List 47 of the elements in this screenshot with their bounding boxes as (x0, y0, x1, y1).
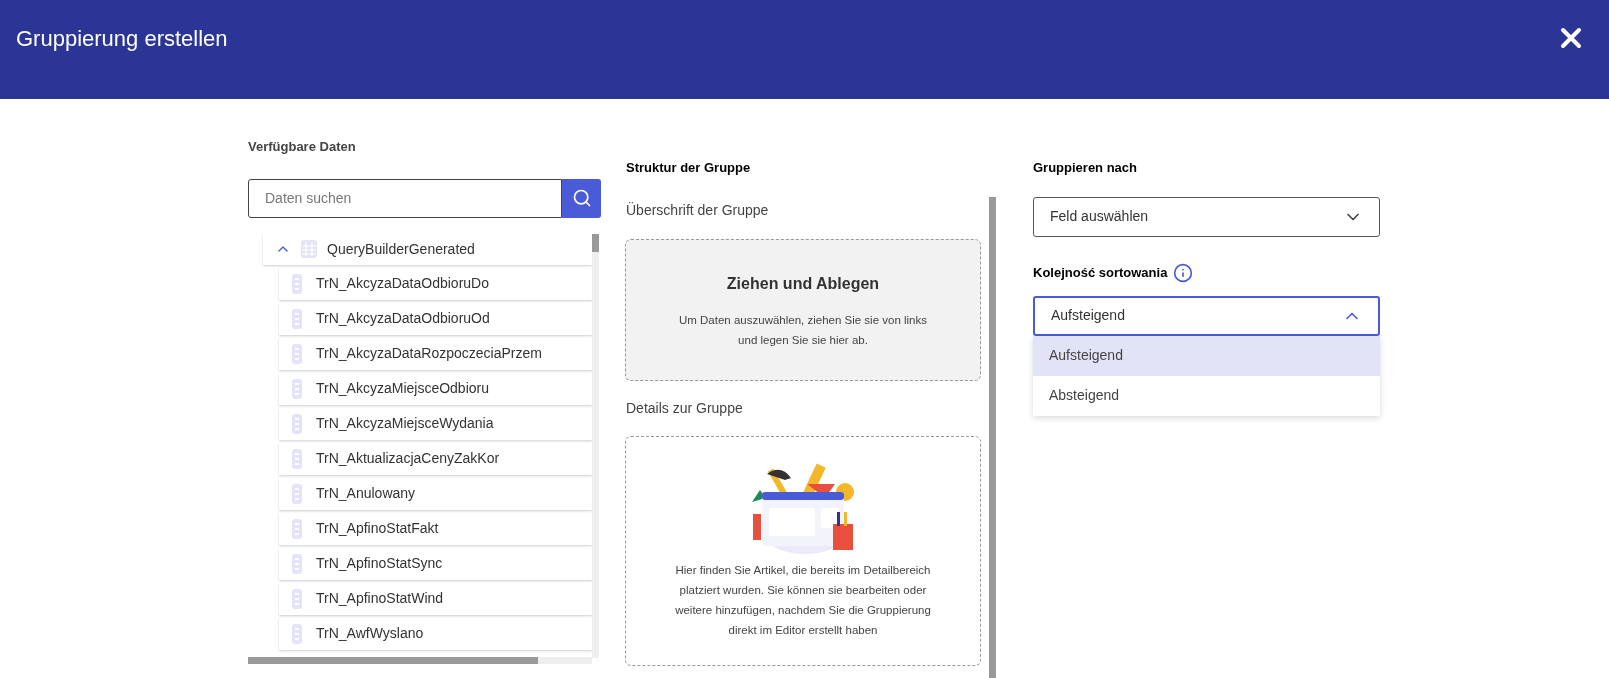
tree-item[interactable]: TrN_Anulowany (279, 477, 592, 510)
field-icon (292, 448, 302, 469)
drop-hint: Um Daten auszuwählen, ziehen Sie sie von links und legen Sie sie hier ab. (678, 312, 928, 348)
drop-zone[interactable]: Ziehen und Ablegen Um Daten auszuwählen, ziehen Sie sie von links und legen Sie sie hier ab. (625, 238, 981, 381)
search-field[interactable]: Daten suchen (248, 178, 562, 218)
field-icon (292, 623, 302, 644)
tree-item[interactable]: TrN_ApfinoStatSync (279, 547, 592, 580)
field-icon (292, 518, 302, 539)
search-icon (571, 188, 592, 208)
section-label: Details zur Gruppe (625, 398, 744, 418)
field-icon (292, 588, 302, 609)
tree-item[interactable]: TrN_ApfinoStatFakt (279, 512, 592, 545)
dropdown-option[interactable]: Absteigend (1033, 375, 1380, 416)
tree-item[interactable]: TrN_ApfinoStatWind (279, 582, 592, 615)
details-hint: Hier finden Sie Artikel, die bereits im Detailbereich platziert wurden. Sie können sie bearbeiten oder weitere hinzufügen, nachdem Sie die Gruppierung direkt im Editor erstellt haben (674, 562, 932, 638)
scrollbar[interactable] (989, 197, 996, 678)
field-icon (292, 378, 302, 399)
dialog-title: Gruppierung erstellen (16, 25, 228, 53)
select-field[interactable]: Aufsteigend (1033, 295, 1380, 336)
drop-zone[interactable]: Hier finden Sie Artikel, die bereits im Detailbereich platziert wurden. Sie können sie bearbeiten oder weitere hinzufügen, nachdem Sie die Gruppierung direkt im Editor erstellt haben (625, 435, 981, 666)
field-icon (292, 483, 302, 504)
dropdown-option[interactable]: Aufsteigend (1033, 335, 1380, 376)
section-heading: Struktur der Gruppe (625, 159, 752, 177)
tree-item[interactable]: TrN_AkcyzaDataRozpoczeciaPrzem (279, 337, 592, 370)
field-icon (292, 273, 302, 294)
scrollbar[interactable] (248, 657, 592, 664)
tree-item[interactable]: TrN_AwfWyslano (279, 617, 592, 650)
field-icon (292, 553, 302, 574)
tree-item[interactable]: TrN_AkcyzaDataOdbioruDo (279, 267, 592, 300)
search-button[interactable] (562, 178, 601, 218)
drop-title: Ziehen und Ablegen (726, 273, 880, 294)
section-heading: Gruppieren nach (1033, 159, 1139, 177)
scrollbar[interactable] (592, 233, 599, 658)
tree-item[interactable]: TrN_AkcyzaDataOdbioruOd (279, 302, 592, 335)
section-heading: Kolejność sortowania (1033, 263, 1168, 282)
info-icon[interactable] (1173, 262, 1194, 283)
tree-item[interactable]: TrN_AkcyzaMiejsceOdbioru (279, 372, 592, 405)
tree-item[interactable]: TrN_AktualizacjaCenyZakKor (279, 442, 592, 475)
tree-item[interactable]: QueryBuilderGenerated (263, 233, 592, 265)
table-icon (301, 240, 317, 258)
field-icon (292, 308, 302, 329)
field-icon (292, 343, 302, 364)
tree-item[interactable]: TrN_AkcyzaMiejsceWydania (279, 407, 592, 440)
field-icon (292, 413, 302, 434)
section-heading: Verfügbare Daten (248, 138, 357, 156)
select-field[interactable]: Feld auswählen (1033, 196, 1380, 237)
section-label: Überschrift der Gruppe (625, 200, 770, 220)
